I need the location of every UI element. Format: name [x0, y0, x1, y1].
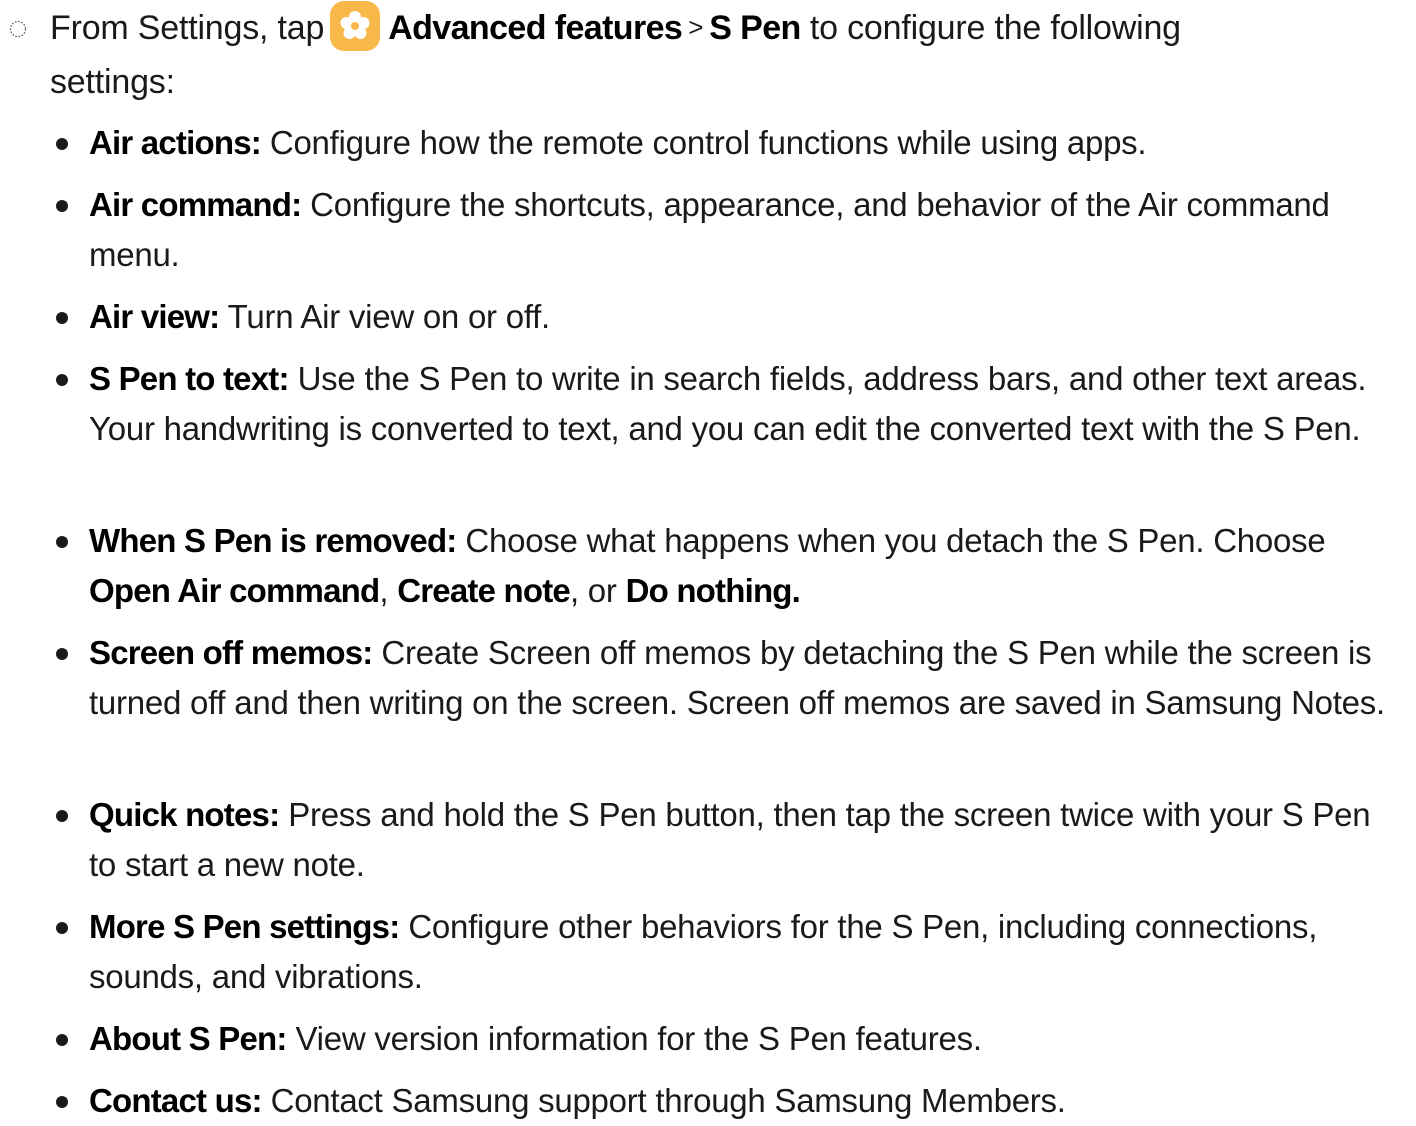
- item-label: About S Pen:: [89, 1020, 287, 1057]
- item-label: Contact us:: [89, 1082, 263, 1119]
- item-text: Quick notes: Press and hold the S Pen bu…: [89, 790, 1405, 890]
- option-do-nothing: Do nothing: [625, 572, 793, 609]
- item-label: When S Pen is removed:: [89, 522, 457, 559]
- item-label: Air command:: [89, 186, 302, 223]
- document-page: From Settings, tap Advanced features > S P…: [0, 0, 1416, 1119]
- step-circle-icon: [9, 20, 27, 38]
- bullet-dot: [56, 138, 68, 150]
- item-text: More S Pen settings: Configure other beh…: [89, 902, 1405, 1002]
- item-label: S Pen to text:: [89, 360, 289, 397]
- item-desc: Choose what happens when you detach the …: [456, 522, 1326, 559]
- item-desc: Contact Samsung support through Samsung …: [261, 1082, 1066, 1119]
- comma-separator: ,: [379, 572, 398, 609]
- bullet-dot: [56, 1096, 68, 1108]
- path-separator: >: [688, 12, 704, 42]
- item-text: Air actions: Configure how the remote co…: [89, 118, 1405, 168]
- bullet-dot: [56, 648, 68, 660]
- bullet-dot: [56, 200, 68, 212]
- item-desc: Turn Air view on or off.: [219, 298, 551, 335]
- intro-line-2: settings:: [50, 63, 175, 101]
- option-open-air-command: Open Air command: [89, 572, 380, 609]
- item-text: S Pen to text: Use the S Pen to write in…: [89, 354, 1405, 454]
- settings-gear-icon: [330, 1, 381, 52]
- item-label: Screen off memos:: [89, 634, 373, 671]
- item-label: Air actions:: [89, 124, 262, 161]
- bullet-dot: [56, 922, 68, 934]
- or-separator: , or: [569, 572, 626, 609]
- intro-text: From Settings, tap Advanced features > S P…: [50, 1, 1390, 108]
- intro-prefix: From Settings, tap: [50, 9, 325, 47]
- bullet-dot: [56, 374, 68, 386]
- item-text: Screen off memos: Create Screen off memo…: [89, 628, 1405, 728]
- item-text: When S Pen is removed: Choose what happe…: [89, 516, 1405, 616]
- item-desc: View version information for the S Pen f…: [286, 1020, 982, 1057]
- item-label: Quick notes:: [89, 796, 280, 833]
- bullet-dot: [56, 1034, 68, 1046]
- item-text: Air view: Turn Air view on or off.: [89, 292, 1405, 342]
- sentence-end: .: [791, 572, 801, 609]
- intro-suffix: to configure the following: [800, 9, 1181, 47]
- path-advanced-features: Advanced features: [388, 9, 683, 47]
- item-label: Air view:: [89, 298, 220, 335]
- item-text: About S Pen: View version information fo…: [89, 1014, 1405, 1064]
- item-desc: Press and hold the S Pen button, then ta…: [89, 796, 1371, 883]
- item-text: Air command: Configure the shortcuts, ap…: [89, 180, 1405, 280]
- bullet-dot: [56, 312, 68, 324]
- bullet-dot: [56, 536, 68, 548]
- path-s-pen: S Pen: [709, 9, 801, 47]
- item-label: More S Pen settings:: [89, 908, 400, 945]
- item-desc: Configure how the remote control functio…: [260, 124, 1147, 161]
- option-create-note: Create note: [397, 572, 571, 609]
- bullet-dot: [56, 810, 68, 822]
